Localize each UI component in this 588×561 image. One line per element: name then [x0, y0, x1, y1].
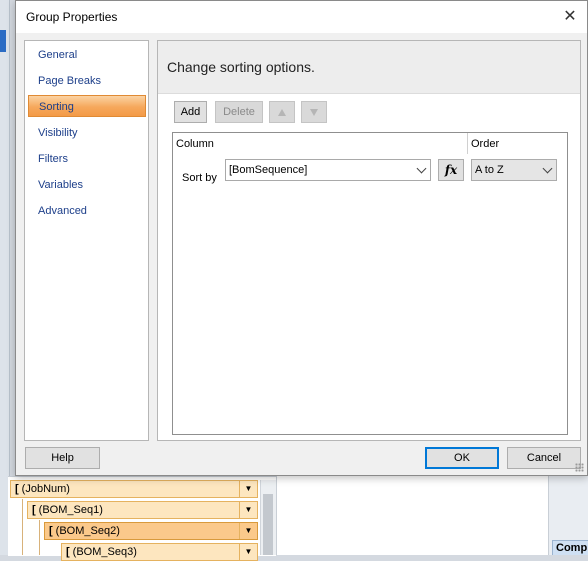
order-header: Order	[471, 138, 500, 150]
dropdown-arrow-icon[interactable]: ▼	[239, 544, 257, 560]
column-divider	[467, 133, 468, 154]
sort-grid: Column Order Sort by [BomSequence] fx A …	[172, 132, 568, 435]
row-group-bom-seq1[interactable]: [(BOM_Seq1) ▼	[27, 501, 258, 519]
sort-expression-combo[interactable]: [BomSequence]	[225, 159, 431, 181]
dialog-title: Group Properties	[26, 10, 118, 24]
group-bracket-icon: [	[15, 483, 19, 495]
expression-button[interactable]: fx	[438, 159, 464, 181]
arrow-up-icon	[278, 108, 286, 116]
nav-item-sorting[interactable]: Sorting	[28, 95, 146, 117]
resize-grip-icon[interactable]	[575, 463, 584, 472]
group-bracket-icon: [	[49, 525, 53, 537]
column-groups-panel	[276, 476, 588, 555]
row-group-bom-seq2[interactable]: [(BOM_Seq2) ▼	[44, 522, 258, 540]
nav-item-filters[interactable]: Filters	[28, 148, 146, 170]
delete-button[interactable]: Delete	[215, 101, 263, 123]
page-title: Change sorting options.	[167, 59, 315, 75]
dialog-titlebar[interactable]: Group Properties ✕	[16, 1, 587, 33]
nav-item-visibility[interactable]: Visibility	[28, 122, 146, 144]
dropdown-arrow-icon[interactable]: ▼	[239, 502, 257, 518]
group-bracket-icon: [	[66, 546, 70, 558]
dropdown-arrow-icon[interactable]: ▼	[239, 481, 257, 497]
sort-expression-value: [BomSequence]	[229, 164, 308, 176]
group-tree-line	[22, 499, 23, 555]
sorting-page: Change sorting options. Add Delete Colum…	[157, 40, 581, 441]
row-group-jobnum[interactable]: [(JobNum) ▼	[10, 480, 258, 498]
sort-row-label: Sort by	[182, 172, 217, 184]
page-header: Change sorting options.	[158, 41, 580, 94]
nav-item-page-breaks[interactable]: Page Breaks	[28, 70, 146, 92]
ok-button[interactable]: OK	[425, 447, 499, 469]
nav-item-advanced[interactable]: Advanced	[28, 200, 146, 222]
row-group-bom-seq3[interactable]: [(BOM_Seq3) ▼	[61, 543, 258, 561]
move-up-button[interactable]	[269, 101, 295, 123]
help-button[interactable]: Help	[25, 447, 100, 469]
add-button[interactable]: Add	[174, 101, 207, 123]
chevron-down-icon	[416, 163, 427, 174]
nav-item-general[interactable]: General	[28, 44, 146, 66]
move-down-button[interactable]	[301, 101, 327, 123]
group-bracket-icon: [	[32, 504, 36, 516]
sort-order-value: A to Z	[475, 164, 504, 176]
arrow-down-icon	[310, 108, 318, 116]
column-header: Column	[176, 138, 214, 150]
group-tree-line	[39, 520, 40, 555]
right-panel-tab[interactable]: Comp	[552, 540, 588, 555]
chevron-down-icon	[542, 163, 553, 174]
cancel-button[interactable]: Cancel	[507, 447, 581, 469]
designer-left-strip	[0, 0, 10, 555]
dropdown-arrow-icon[interactable]: ▼	[239, 523, 257, 539]
properties-nav: General Page Breaks Sorting Visibility F…	[24, 40, 149, 441]
group-properties-dialog: Group Properties ✕ General Page Breaks S…	[15, 0, 588, 476]
close-icon[interactable]: ✕	[553, 1, 587, 33]
scrollbar-thumb[interactable]	[263, 494, 273, 555]
sort-order-select[interactable]: A to Z	[471, 159, 557, 181]
designer-tab-indicator	[0, 30, 6, 52]
nav-item-variables[interactable]: Variables	[28, 174, 146, 196]
